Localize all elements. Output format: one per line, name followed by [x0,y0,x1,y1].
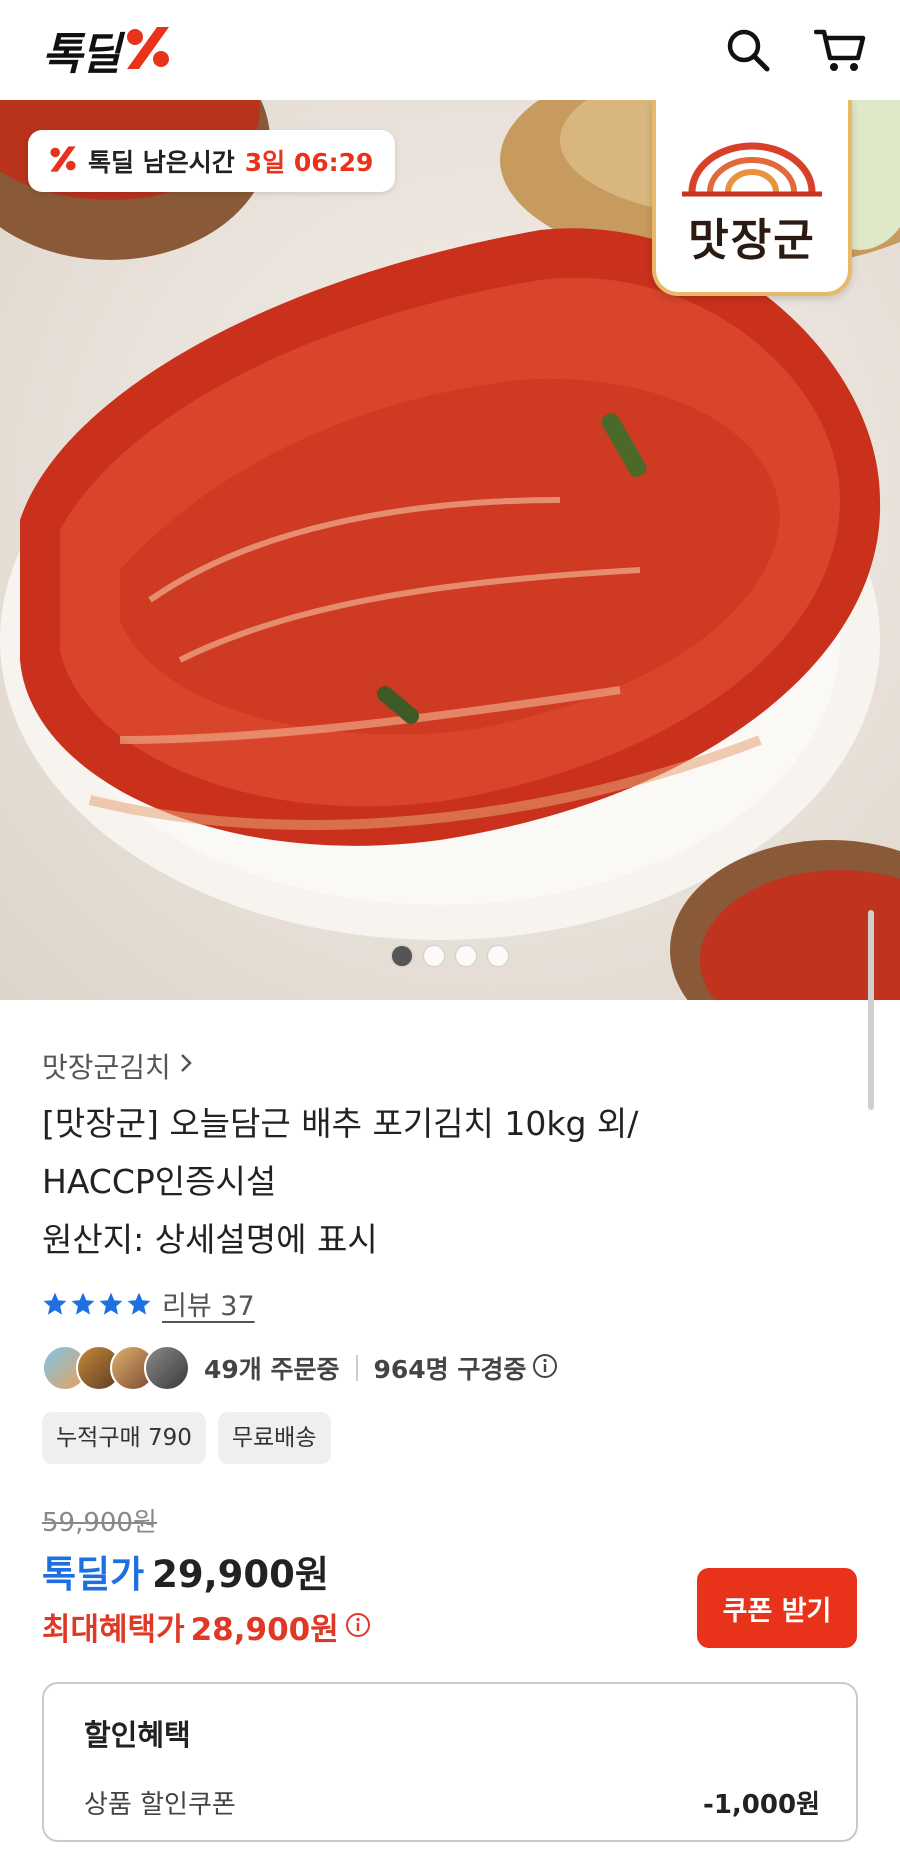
max-benefit-label: 최대혜택가 [42,1612,185,1648]
buyer-activity: 49개 주문중 964명 구경중 [42,1344,558,1392]
search-icon[interactable] [720,22,776,78]
deal-timer-badge: 톡딜 남은시간 3일 06:29 [28,130,396,192]
max-benefit-row: 최대혜택가 28,900원 [42,1604,371,1649]
carousel-dot[interactable] [392,946,412,966]
deal-price-label: 톡딜가 [42,1553,145,1596]
buyer-avatars [42,1345,190,1391]
star-icon [71,1292,95,1315]
product-chips: 누적구매 790 무료배송 [42,1412,331,1464]
timer-label: 톡딜 남은시간 [88,148,235,177]
product-title-line: HACCP인증시설 [42,1162,277,1201]
carousel-dot[interactable] [424,946,444,966]
original-price: 59,900원 [42,1508,157,1538]
divider [355,1355,358,1381]
brand-logo-badge: 맛장군 [652,100,852,296]
deal-price: 29,900원 [152,1553,329,1596]
logo-text: 톡딜 [42,29,121,80]
viewers-count: 964명 구경중 [373,1355,527,1384]
product-title: [맛장군] 오늘담근 배추 포기김치 10kg 외/ HACCP인증시설 원산지… [42,1095,842,1269]
max-benefit-price: 28,900원 [190,1612,339,1648]
page-scrollbar[interactable] [868,910,874,1110]
product-origin: 원산지: 상세설명에 표시 [42,1220,378,1259]
avatar [144,1345,190,1391]
review-link[interactable]: 리뷰 37 [162,1284,255,1323]
info-icon[interactable] [345,1612,371,1642]
brand-arch-icon [682,142,822,197]
benefit-item-name: 상품 할인쿠폰 [84,1790,236,1820]
rating-row: 리뷰 37 [42,1284,255,1323]
seller-link[interactable]: 맛장군김치 [42,1046,193,1086]
star-icon [127,1292,151,1315]
carousel-dot[interactable] [456,946,476,966]
seller-name: 맛장군김치 [42,1051,171,1084]
star-icon [43,1292,67,1315]
info-icon[interactable] [532,1353,558,1383]
discount-benefits-box: 할인혜택 상품 할인쿠폰 -1,000원 [42,1682,858,1842]
benefit-item-amount: -1,000원 [703,1790,820,1820]
percent-logo-icon [123,25,173,75]
orders-count: 49개 주문중 [204,1355,340,1384]
cumulative-purchase-chip: 누적구매 790 [42,1412,206,1464]
timer-value: 3일 06:29 [244,148,374,177]
benefits-title: 할인혜택 [84,1718,191,1752]
carousel-dot[interactable] [488,946,508,966]
top-header: 톡딜 [0,0,900,100]
carousel-indicator [0,946,900,966]
star-rating [42,1291,152,1317]
product-title-line: [맛장군] 오늘담근 배추 포기김치 10kg 외/ [42,1104,639,1143]
brand-name: 맛장군 [688,215,816,266]
deal-price-row: 톡딜가 29,900원 [42,1544,329,1598]
cart-icon[interactable] [812,22,868,78]
percent-icon [48,145,78,177]
star-icon [99,1292,123,1315]
chevron-right-icon [179,1051,193,1081]
get-coupon-button[interactable]: 쿠폰 받기 [697,1568,857,1648]
free-shipping-chip: 무료배송 [217,1412,331,1464]
product-image-carousel[interactable]: 톡딜 남은시간 3일 06:29 맛장군 [0,100,900,1000]
app-logo[interactable]: 톡딜 [42,22,173,80]
